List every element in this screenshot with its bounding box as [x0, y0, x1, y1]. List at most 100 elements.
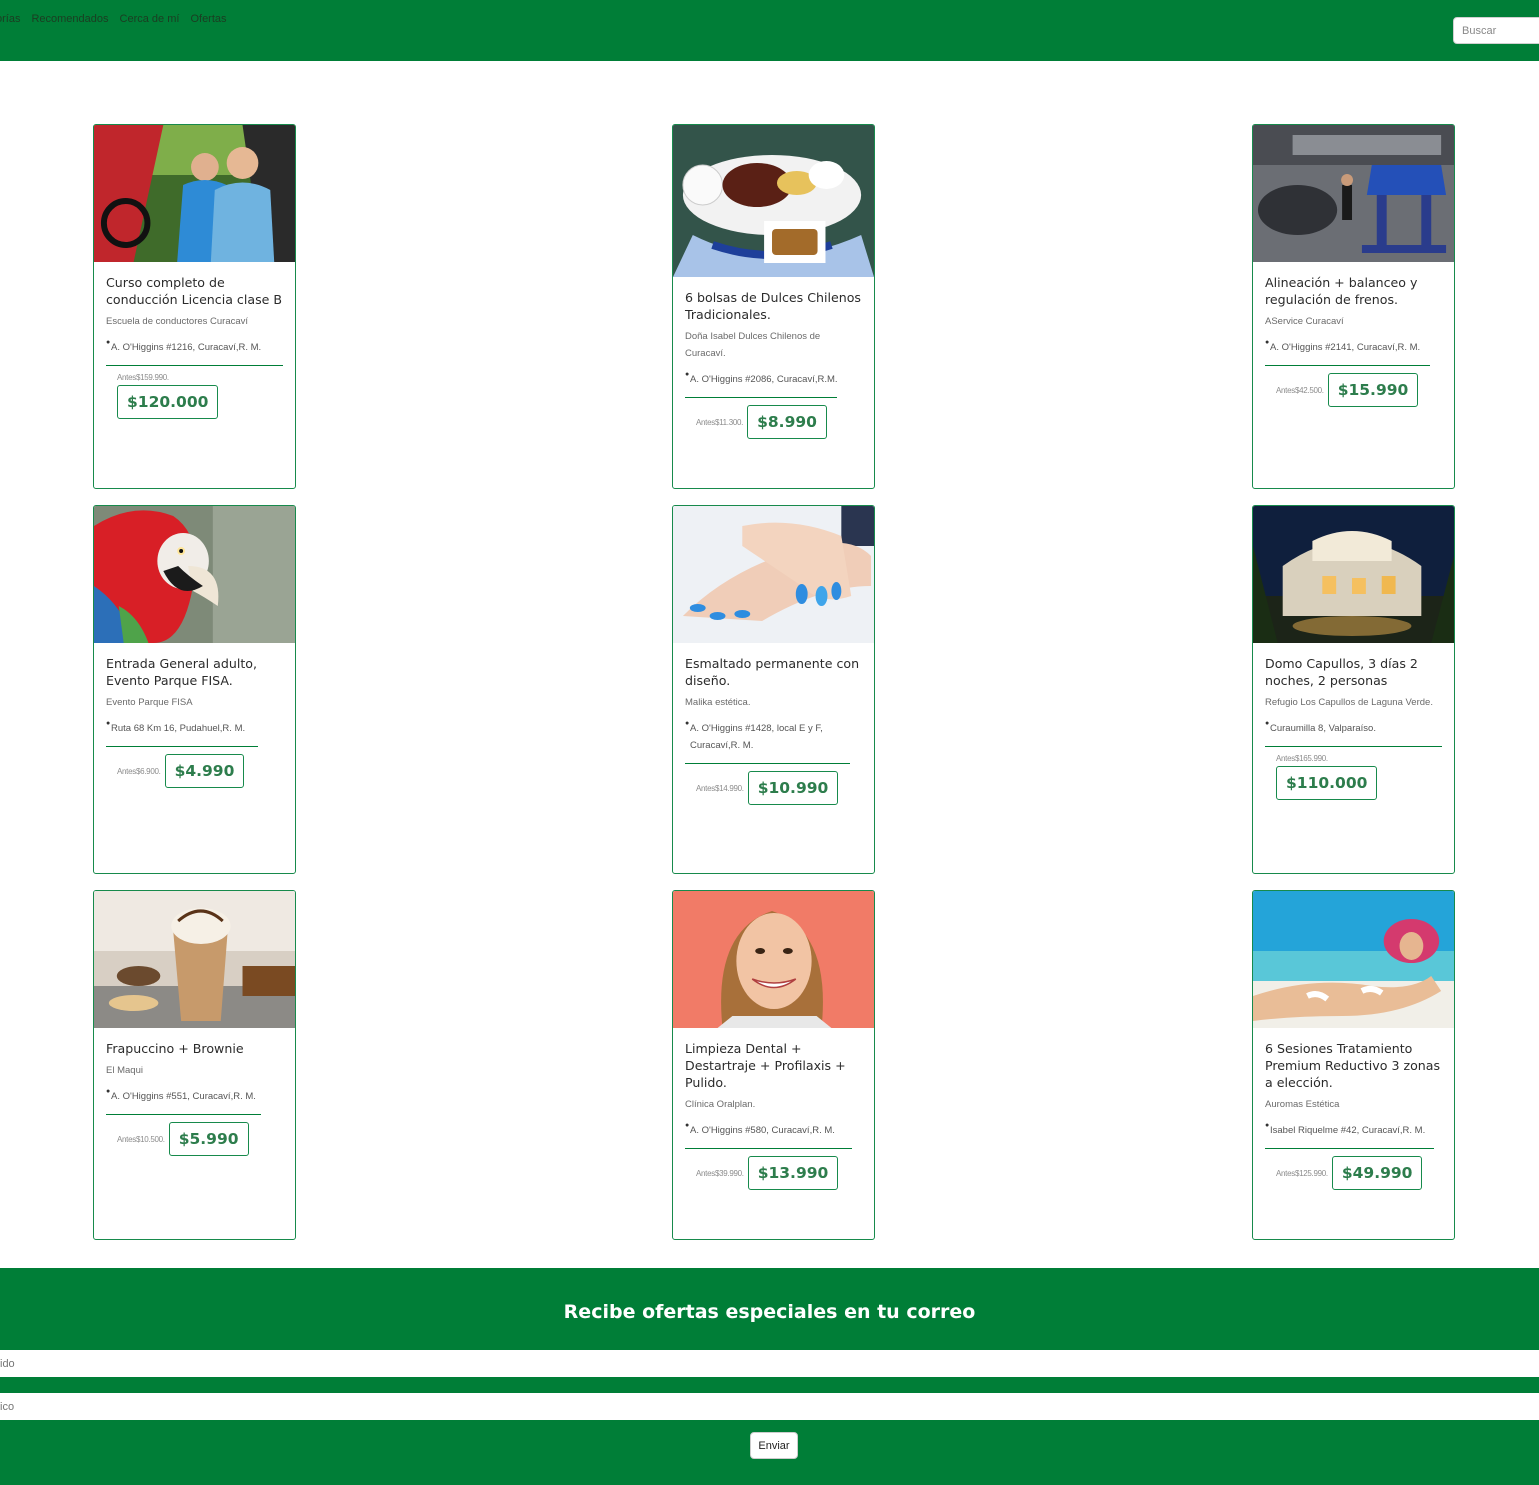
lodge-night-photo: [1253, 506, 1454, 643]
divider: [106, 1114, 261, 1115]
nav-item-ofertas[interactable]: Ofertas: [190, 13, 226, 25]
deal-card[interactable]: Curso completo de conducción Licencia cl…: [93, 124, 296, 489]
deal-card[interactable]: 6 Sesiones Tratamiento Premium Reductivo…: [1252, 890, 1455, 1240]
deal-merchant: El Maqui: [106, 1065, 143, 1076]
divider: [106, 746, 258, 747]
frappuccino-photo: [94, 891, 295, 1028]
deal-address-text: A. O'Higgins #1216, Curacaví,R. M.: [111, 342, 262, 353]
price-block: Antes$159.990. $120.000: [106, 373, 283, 419]
price-block: Antes$165.990. $110.000: [1265, 754, 1442, 800]
submit-button[interactable]: Enviar: [750, 1432, 798, 1459]
deal-title[interactable]: Domo Capullos, 3 días 2 noches, 2 person…: [1265, 655, 1442, 689]
divider: [1265, 365, 1430, 366]
chilean-sweets-photo: [673, 125, 874, 277]
deal-address: ● A. O'Higgins #1428, local E y F, Curaca…: [685, 720, 862, 754]
divider: [685, 1148, 852, 1149]
deal-card[interactable]: Domo Capullos, 3 días 2 noches, 2 person…: [1252, 505, 1455, 874]
location-pin-icon: ●: [106, 339, 111, 346]
deal-card[interactable]: Frapuccino + Brownie El Maqui ● A. O'Higg…: [93, 890, 296, 1240]
deal-address-text: Ruta 68 Km 16, Pudahuel,R. M.: [111, 723, 246, 734]
deal-merchant: Refugio Los Capullos de Laguna Verde.: [1265, 697, 1433, 708]
price-block: Antes$39.990. $13.990: [685, 1156, 862, 1190]
deal-merchant: Doña Isabel Dulces Chilenos de Curacaví.: [685, 331, 821, 359]
deal-address-text: A. O'Higgins #2141, Curacaví,R. M.: [1270, 342, 1421, 353]
deal-address: ● A. O'Higgins #1216, Curacaví,R. M.: [106, 339, 283, 356]
old-price: Antes$14.990.: [696, 783, 744, 793]
smile-photo: [673, 891, 874, 1028]
newsletter-name-field[interactable]: [0, 1350, 1539, 1377]
deal-address-text: A. O'Higgins #580, Curacaví,R. M.: [690, 1125, 835, 1136]
deal-address-text: Curaumilla 8, Valparaíso.: [1270, 723, 1376, 734]
deal-merchant: Auromas Estética: [1265, 1099, 1340, 1110]
divider: [1265, 1148, 1434, 1149]
location-pin-icon: ●: [685, 720, 690, 727]
deal-address-text: A. O'Higgins #2086, Curacaví,R.M.: [690, 374, 838, 385]
deal-address: ● Curaumilla 8, Valparaíso.: [1265, 720, 1442, 737]
parrot-photo: [94, 506, 295, 643]
deal-address: ● A. O'Higgins #2141, Curacaví,R. M.: [1265, 339, 1442, 356]
deal-title[interactable]: Esmaltado permanente con diseño.: [685, 655, 862, 689]
beach-photo: [1253, 891, 1454, 1028]
new-price-badge[interactable]: $120.000: [117, 385, 219, 419]
deal-address: ● A. O'Higgins #551, Curacaví,R. M.: [106, 1088, 283, 1105]
manicure-photo: [673, 506, 874, 643]
driving-lesson-photo: [94, 125, 295, 262]
price-block: Antes$10.500. $5.990: [106, 1122, 283, 1156]
nav-item-categorias[interactable]: orías: [0, 13, 20, 25]
old-price: Antes$10.500.: [117, 1134, 165, 1144]
location-pin-icon: ●: [685, 1122, 690, 1129]
location-pin-icon: ●: [1265, 720, 1270, 727]
divider: [106, 365, 283, 366]
deal-title[interactable]: Entrada General adulto, Evento Parque FI…: [106, 655, 283, 689]
newsletter-email-field[interactable]: [0, 1393, 1539, 1420]
deal-title[interactable]: 6 bolsas de Dulces Chilenos Tradicionale…: [685, 289, 862, 323]
newsletter-section: Recibe ofertas especiales en tu correo E…: [0, 1268, 1539, 1485]
new-price-badge[interactable]: $4.990: [164, 754, 245, 788]
nav-item-cerca-de-mi[interactable]: Cerca de mí: [120, 13, 180, 25]
old-price: Antes$39.990.: [696, 1168, 744, 1178]
deal-title[interactable]: Limpieza Dental + Destartraje + Profilax…: [685, 1040, 862, 1091]
main-nav: orías Recomendados Cerca de mí Ofertas: [0, 13, 227, 25]
car-service-photo: [1253, 125, 1454, 262]
deal-merchant: AService Curacaví: [1265, 316, 1344, 327]
new-price-badge[interactable]: $10.990: [747, 771, 839, 805]
deal-title[interactable]: 6 Sesiones Tratamiento Premium Reductivo…: [1265, 1040, 1442, 1091]
deal-card[interactable]: Esmaltado permanente con diseño. Malika …: [672, 505, 875, 874]
deal-address: ● Ruta 68 Km 16, Pudahuel,R. M.: [106, 720, 283, 737]
deal-card[interactable]: Limpieza Dental + Destartraje + Profilax…: [672, 890, 875, 1240]
new-price-badge[interactable]: $15.990: [1327, 373, 1419, 407]
deal-address: ● A. O'Higgins #2086, Curacaví,R.M.: [685, 371, 862, 388]
divider: [685, 763, 850, 764]
deal-card[interactable]: Alineación + balanceo y regulación de fr…: [1252, 124, 1455, 489]
location-pin-icon: ●: [1265, 1122, 1270, 1129]
deal-address-text: Isabel Riquelme #42, Curacaví,R. M.: [1270, 1125, 1426, 1136]
deal-title[interactable]: Frapuccino + Brownie: [106, 1040, 283, 1057]
search-input[interactable]: [1453, 17, 1539, 44]
new-price-badge[interactable]: $13.990: [747, 1156, 839, 1190]
deal-merchant: Malika estética.: [685, 697, 751, 708]
old-price: Antes$42.500.: [1276, 385, 1324, 395]
newsletter-title: Recibe ofertas especiales en tu correo: [563, 1301, 976, 1323]
old-price: Antes$159.990.: [117, 373, 169, 382]
old-price: Antes$6.900.: [117, 766, 161, 776]
deal-address: ● Isabel Riquelme #42, Curacaví,R. M.: [1265, 1122, 1442, 1139]
deal-card[interactable]: 6 bolsas de Dulces Chilenos Tradicionale…: [672, 124, 875, 489]
deal-title[interactable]: Alineación + balanceo y regulación de fr…: [1265, 274, 1442, 308]
price-block: Antes$42.500. $15.990: [1265, 373, 1442, 407]
new-price-badge[interactable]: $49.990: [1331, 1156, 1423, 1190]
deal-card[interactable]: Entrada General adulto, Evento Parque FI…: [93, 505, 296, 874]
location-pin-icon: ●: [685, 371, 690, 378]
price-block: Antes$6.900. $4.990: [106, 754, 283, 788]
old-price: Antes$125.990.: [1276, 1168, 1328, 1178]
deal-title[interactable]: Curso completo de conducción Licencia cl…: [106, 274, 283, 308]
new-price-badge[interactable]: $110.000: [1276, 766, 1378, 800]
deal-merchant: Evento Parque FISA: [106, 697, 193, 708]
nav-item-recomendados[interactable]: Recomendados: [31, 13, 108, 25]
new-price-badge[interactable]: $8.990: [747, 405, 827, 439]
price-block: Antes$11.300. $8.990: [685, 405, 862, 439]
divider: [1265, 746, 1442, 747]
deal-address: ● A. O'Higgins #580, Curacaví,R. M.: [685, 1122, 862, 1139]
deal-merchant: Clínica Oralplan.: [685, 1099, 756, 1110]
new-price-badge[interactable]: $5.990: [168, 1122, 249, 1156]
price-block: Antes$125.990. $49.990: [1265, 1156, 1442, 1190]
